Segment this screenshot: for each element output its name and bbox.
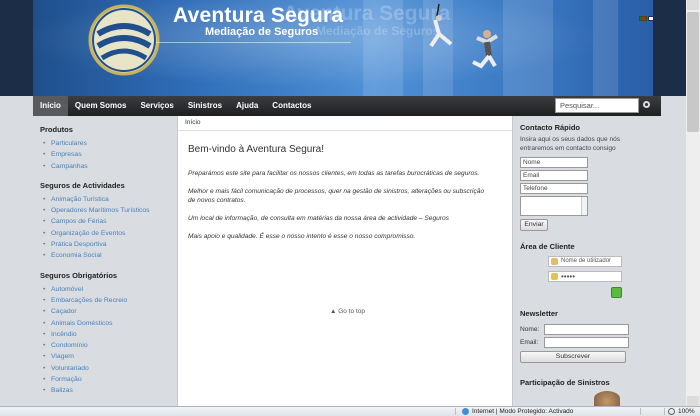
browser-statusbar: Internet | Modo Protegido: Activado 100%	[0, 406, 700, 416]
sidebar-link[interactable]: Campos de Férias	[40, 216, 169, 228]
claims-photo[interactable]	[594, 391, 620, 406]
zoom-icon[interactable]	[668, 408, 675, 415]
sidebar-link[interactable]: Caçador	[40, 306, 169, 318]
sidebar-link[interactable]: Prática Desportiva	[40, 239, 169, 251]
newsletter-heading: Newsletter	[520, 309, 558, 318]
sidebar-link[interactable]: Embarcações de Recreio	[40, 295, 169, 307]
sidebar-heading-actividades: Seguros de Actividades	[40, 180, 125, 190]
password-value: •••••	[561, 272, 576, 281]
brand-tagline: Mediação de Seguros	[205, 26, 319, 38]
go-to-top-link[interactable]: ▲ Go to top	[330, 308, 365, 315]
password-field[interactable]: •••••	[548, 271, 622, 282]
newsletter-email-row: Email:	[520, 337, 629, 348]
newsletter-name-label: Nome:	[520, 326, 540, 333]
brand-underline	[156, 42, 351, 43]
sidebar-link[interactable]: Voluntariado	[40, 363, 169, 375]
brand-name: Aventura Segura	[173, 4, 344, 27]
article: Bem-vindo à Aventura Segura! Preparámos …	[178, 131, 512, 241]
search-button-icon[interactable]	[643, 101, 650, 108]
search-input[interactable]: Pesquisar...	[555, 98, 639, 113]
zoom-level[interactable]: 100%	[678, 408, 695, 415]
sidebar-link[interactable]: Campanhas	[40, 161, 169, 173]
intro-paragraph: Melhor e mais fácil comunicação de proce…	[188, 188, 485, 204]
intro-paragraph: Preparámos este site para facilitar os n…	[188, 170, 480, 177]
sidebar-link[interactable]: Animação Turística	[40, 194, 169, 206]
contact-heading: Contacto Rápido	[520, 123, 580, 132]
contact-phone-field[interactable]: Telefone	[520, 183, 588, 194]
newsletter-name-input[interactable]	[544, 324, 629, 335]
client-area-heading: Área de Cliente	[520, 242, 575, 251]
sidebar-heading-produtos: Produtos	[40, 125, 73, 134]
page-title: Bem-vindo à Aventura Segura!	[188, 144, 325, 155]
main-content: Início Bem-vindo à Aventura Segura! Prep…	[177, 116, 513, 406]
pt-flag-icon[interactable]	[639, 16, 647, 21]
right-sidebar: Contacto Rápido Insira aqui os seus dado…	[514, 116, 661, 406]
sidebar-link[interactable]: Empresas	[40, 149, 169, 161]
subscribe-button[interactable]: Subscrever	[520, 351, 626, 363]
header-banner: Aventura Segura Mediação de Seguros Aven…	[0, 0, 700, 96]
contact-description: Insira aqui os seus dados que nós entrar…	[520, 136, 621, 152]
banner-image: Aventura Segura Mediação de Seguros Aven…	[33, 0, 653, 96]
nav-ajuda[interactable]: Ajuda	[229, 96, 265, 116]
intro-paragraph: Um local de informação, de consulta em m…	[188, 215, 449, 222]
send-button[interactable]: Enviar	[520, 219, 548, 231]
arrow-up-icon: ▲	[330, 308, 337, 315]
login-button-icon[interactable]	[611, 287, 622, 298]
language-flags	[639, 16, 653, 21]
breadcrumb[interactable]: Início	[178, 116, 512, 131]
sidebar-link[interactable]: Animais Domésticos	[40, 318, 169, 330]
newsletter-form: Nome: Email: Subscrever	[520, 324, 629, 363]
internet-zone-icon	[462, 408, 469, 415]
nav-sinistros[interactable]: Sinistros	[181, 96, 229, 116]
sidebar-link[interactable]: Operadores Marítimos Turísticos	[40, 205, 169, 217]
textarea-scrollbar[interactable]	[581, 197, 587, 215]
sidebar-list-actividades: Animação Turística Operadores Marítimos …	[40, 194, 169, 262]
intro-paragraph: Mais apoio e qualidade. É esse o nosso i…	[188, 233, 416, 240]
gb-flag-icon[interactable]	[648, 16, 653, 21]
jumping-figure-icon	[472, 30, 499, 69]
nav-quem-somos[interactable]: Quem Somos	[68, 96, 134, 116]
claims-heading: Participação de Sinistros	[520, 378, 610, 387]
security-zone-text: Internet | Modo Protegido: Activado	[472, 408, 574, 415]
sidebar-link[interactable]: Formação	[40, 374, 169, 386]
contact-message-textarea[interactable]	[520, 196, 588, 216]
sidebar-link[interactable]: Balizas	[40, 385, 169, 397]
username-value: Nome de utilizador	[561, 258, 612, 264]
left-sidebar: Produtos Particulares Empresas Campanhas…	[33, 116, 176, 406]
page-scrollbar[interactable]	[686, 0, 700, 406]
nav-inicio[interactable]: Início	[33, 96, 68, 116]
sidebar-link[interactable]: Organização de Eventos	[40, 228, 169, 240]
newsletter-email-label: Email:	[520, 339, 539, 346]
user-icon	[551, 258, 558, 265]
contact-email-field[interactable]: Email	[520, 170, 588, 181]
nav-contactos[interactable]: Contactos	[265, 96, 318, 116]
sidebar-link[interactable]: Condomínio	[40, 340, 169, 352]
key-icon	[551, 273, 558, 280]
go-to-top-label: Go to top	[338, 308, 365, 315]
contact-name-field[interactable]: Nome	[520, 157, 588, 168]
username-field[interactable]: Nome de utilizador	[548, 256, 622, 267]
sidebar-link[interactable]: Incêndio	[40, 329, 169, 341]
sidebar-link[interactable]: Automóvel	[40, 284, 169, 296]
sidebar-link[interactable]: Particulares	[40, 138, 169, 150]
main-nav: Início Quem Somos Serviços Sinistros Aju…	[33, 96, 661, 116]
nav-servicos[interactable]: Serviços	[133, 96, 180, 116]
sidebar-list-produtos: Particulares Empresas Campanhas	[40, 138, 169, 172]
logo-icon	[88, 4, 160, 76]
newsletter-name-row: Nome:	[520, 324, 629, 335]
sidebar-link[interactable]: Economia Social	[40, 250, 169, 262]
sidebar-heading-obrigatorios: Seguros Obrigatórios	[40, 270, 118, 280]
sidebar-list-obrigatorios: Automóvel Embarcações de Recreio Caçador…	[40, 284, 169, 397]
sidebar-link[interactable]: Viagem	[40, 351, 169, 363]
newsletter-email-input[interactable]	[544, 337, 629, 348]
